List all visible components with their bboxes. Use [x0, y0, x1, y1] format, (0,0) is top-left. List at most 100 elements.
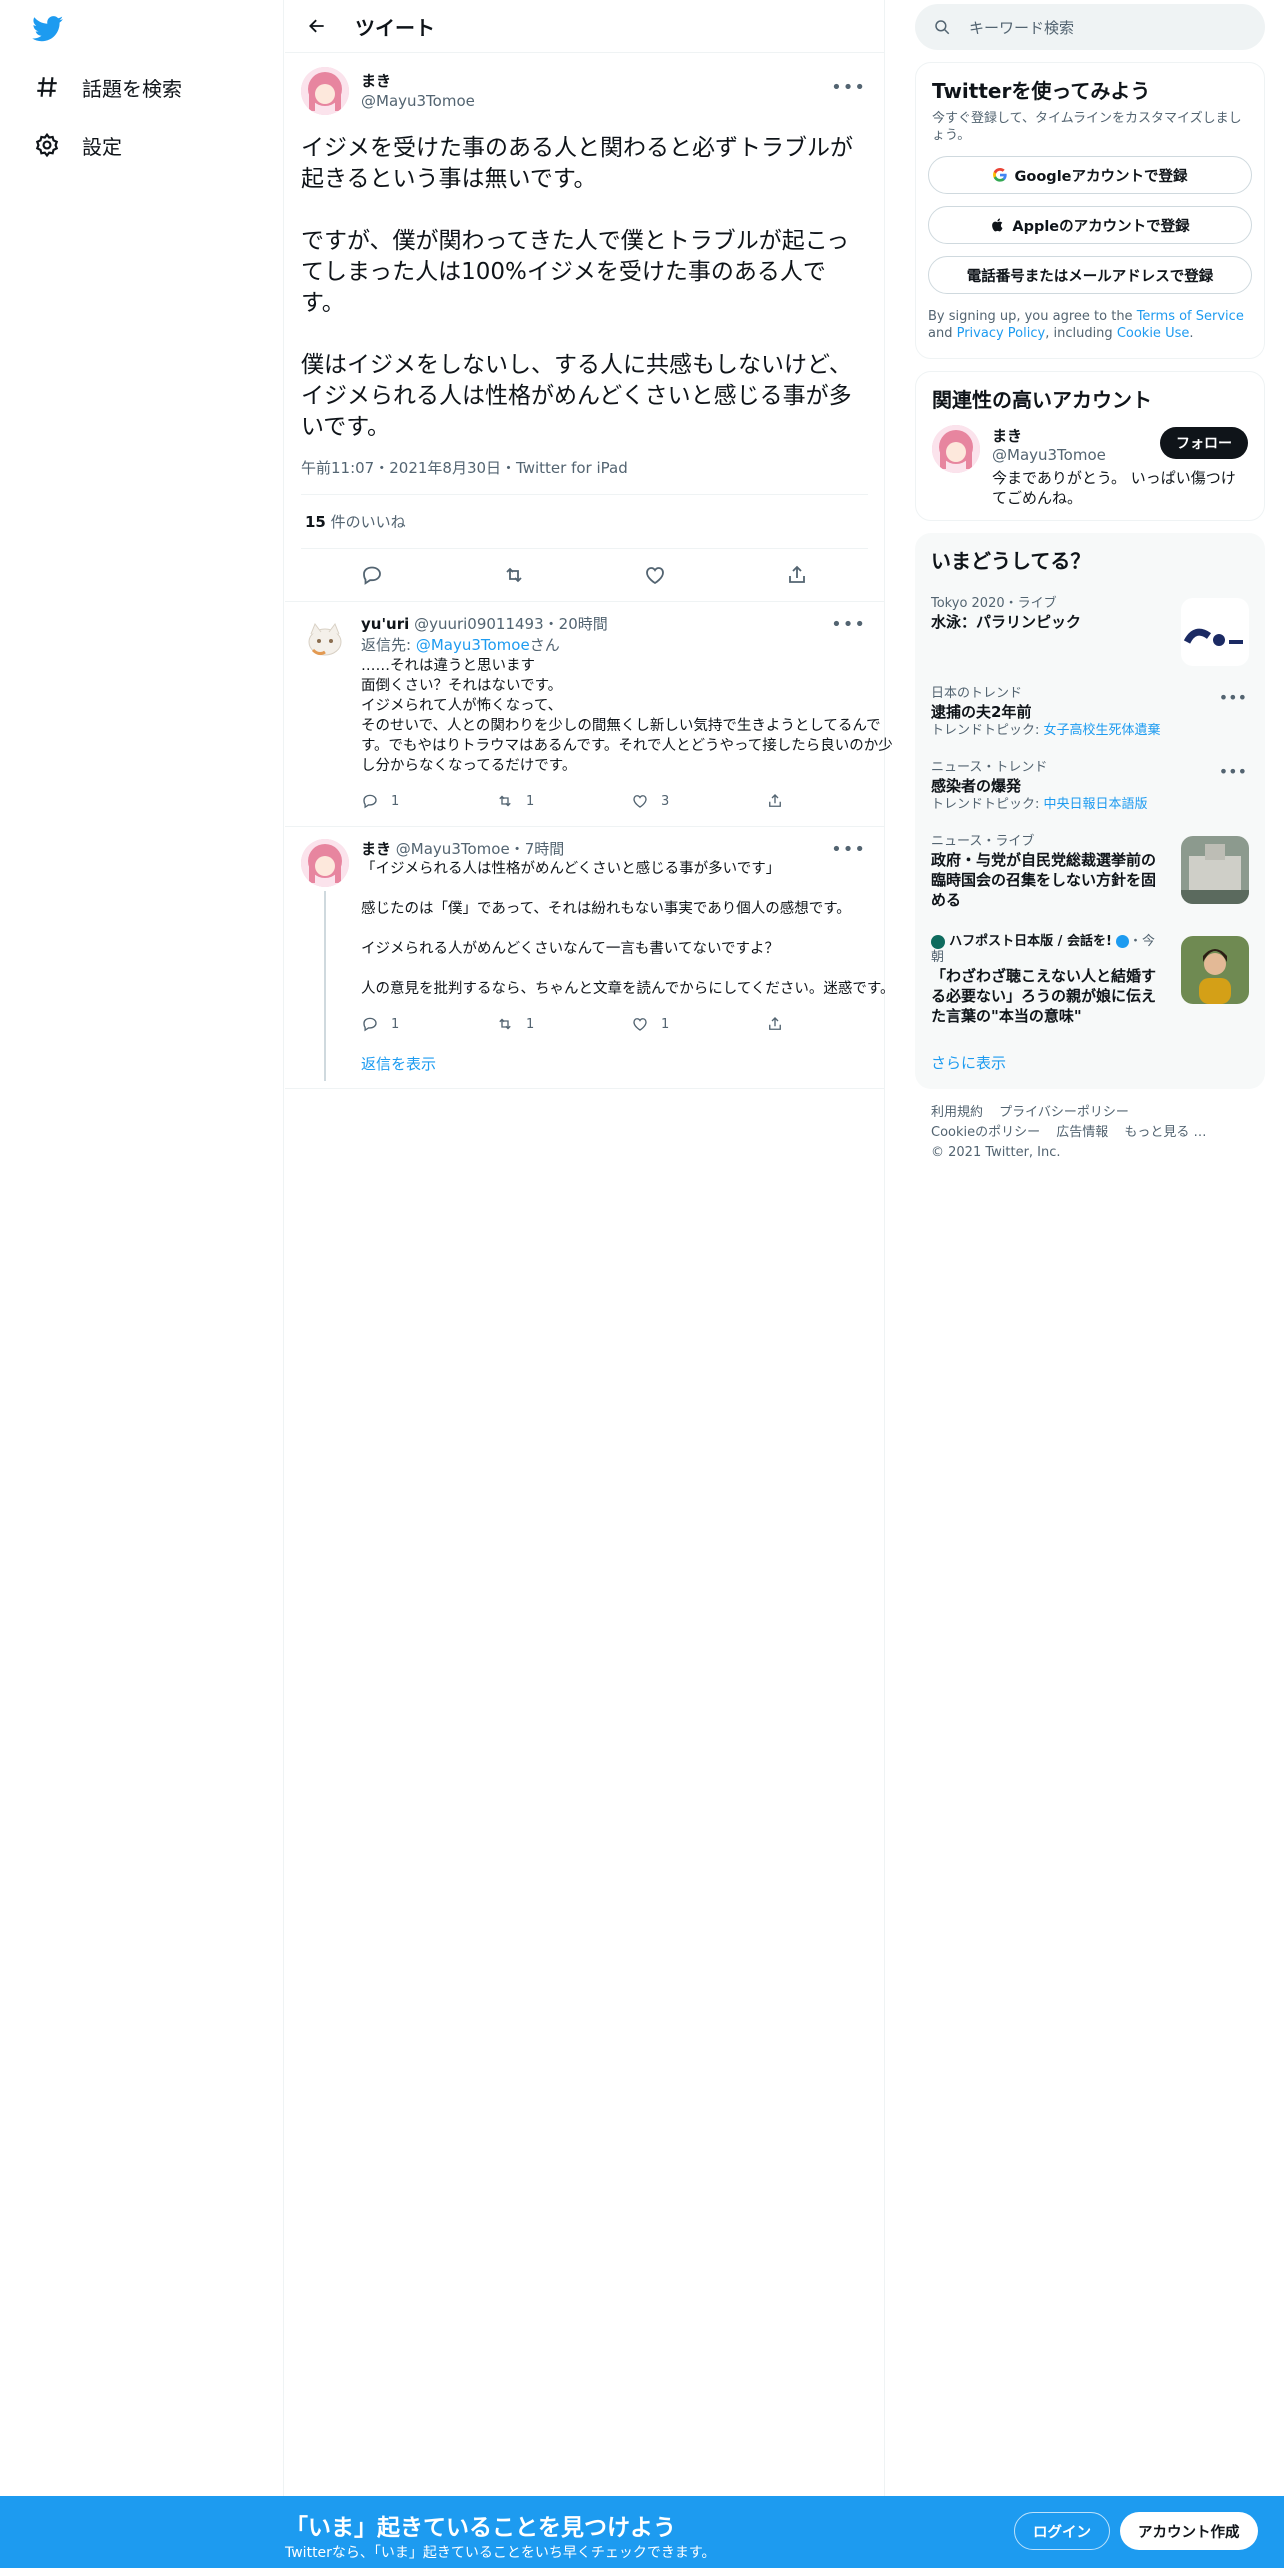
reply-tweet[interactable]: まき @Mayu3Tomoe・7時間 「イジメられる人は性格がめんどくさいと感じ… — [285, 827, 894, 1081]
left-nav: 話題を検索 設定 — [0, 0, 284, 2496]
twitter-logo-icon[interactable] — [32, 16, 64, 42]
right-sidebar: キーワード検索 Twitterを使ってみよう 今すぐ登録して、タイムラインをカス… — [915, 0, 1265, 1177]
trend-sub-prefix: トレンドトピック: — [931, 723, 1044, 738]
trend-item[interactable]: 日本のトレンド 逮捕の夫2年前 トレンドトピック: 女子高校生死体遺棄 ••• — [915, 676, 1265, 750]
trend-topic-link[interactable]: 中央日報日本語版 — [1044, 797, 1148, 812]
avatar[interactable] — [301, 67, 349, 115]
nav-settings[interactable]: 設定 — [30, 123, 122, 167]
like-button[interactable]: 3 — [631, 792, 766, 810]
retweet-icon — [499, 1018, 511, 1030]
username[interactable]: @Mayu3Tomoe — [361, 91, 475, 111]
display-name[interactable]: まき — [361, 71, 475, 91]
create-account-button[interactable]: アカウント作成 — [1120, 2512, 1258, 2550]
reply-to-prefix: 返信先: — [361, 636, 416, 654]
reply-to: 返信先: @Mayu3Tomoeさん — [361, 634, 901, 656]
avatar-image-icon — [301, 614, 349, 662]
timestamp[interactable]: 20時間 — [559, 615, 608, 633]
tweet-meta[interactable]: 午前11:07・2021年8月30日・Twitter for iPad — [301, 457, 868, 495]
legal-prefix: By signing up, you agree to the — [928, 309, 1137, 324]
display-name[interactable]: yu'uri — [361, 615, 409, 633]
avatar-image-icon — [932, 425, 980, 473]
more-icon[interactable]: ••• — [831, 77, 866, 98]
reply-button[interactable]: 1 — [361, 792, 496, 810]
footer-link-privacy[interactable]: プライバシーポリシー — [999, 1105, 1129, 1120]
avatar[interactable] — [301, 614, 349, 662]
banner-subtitle: Twitterなら、「いま」起きていることをいち早くチェックできます。 — [285, 2545, 716, 2561]
footer-link-more[interactable]: もっと見る … — [1124, 1125, 1206, 1140]
share-button[interactable] — [766, 1015, 901, 1033]
display-name[interactable]: まき — [361, 840, 391, 858]
like-icon[interactable] — [643, 563, 667, 587]
legal-including: , including — [1045, 326, 1117, 341]
more-icon[interactable]: ••• — [831, 614, 866, 635]
trend-name: 逮捕の夫2年前 — [931, 703, 1032, 721]
more-icon[interactable]: ••• — [831, 839, 866, 860]
show-replies: · · · 返信を表示 — [285, 1049, 884, 1089]
footer-link-ads[interactable]: 広告情報 — [1056, 1125, 1108, 1140]
related-accounts-card: 関連性の高いアカウント まき @Mayu3Tomoe 今までありがとう。 いっぱ… — [915, 371, 1265, 521]
trend-item[interactable]: ニュース・トレンド 感染者の爆発 トレンドトピック: 中央日報日本語版 ••• — [915, 750, 1265, 824]
retweet-icon[interactable] — [502, 563, 526, 587]
trend-meta: ハフポスト日本版 / 会話を! ・今朝 — [931, 934, 1165, 966]
cookie-link[interactable]: Cookie Use — [1117, 326, 1190, 341]
reply-tweet[interactable]: yu'uri @yuuri09011493・20時間 返信先: @Mayu3To… — [285, 602, 893, 827]
signup-banner: 「いま」起きていることを見つけよう Twitterなら、「いま」起きていることを… — [0, 2496, 1284, 2568]
nav-explore[interactable]: 話題を検索 — [30, 65, 182, 109]
more-icon[interactable]: ••• — [1219, 762, 1247, 781]
apple-signup-label: Appleのアカウントで登録 — [1012, 218, 1190, 235]
trend-name: 政府・与党が自民党総裁選挙前の臨時国会の召集をしない方針を固める — [931, 851, 1157, 909]
likes-number: 15 — [305, 513, 326, 531]
reply-to-user-link[interactable]: @Mayu3Tomoe — [416, 636, 530, 654]
back-button[interactable] — [297, 6, 337, 46]
like-icon — [633, 1018, 647, 1031]
username[interactable]: @Mayu3Tomoe — [396, 840, 510, 858]
search-icon — [935, 20, 950, 35]
trend-item[interactable]: Tokyo 2020・ライブ 水泳：パラリンピック — [915, 586, 1265, 676]
share-icon[interactable] — [785, 563, 809, 587]
tweet-actions — [301, 549, 868, 601]
trends-card: いまどうしてる？ Tokyo 2020・ライブ 水泳：パラリンピック 日本のトレ… — [915, 533, 1265, 1089]
retweet-button[interactable]: 1 — [496, 1015, 631, 1033]
avatar[interactable] — [301, 839, 349, 887]
trend-item[interactable]: ハフポスト日本版 / 会話を! ・今朝 「わざわざ聴こえない人と結婚する必要ない… — [915, 924, 1265, 1036]
show-replies-link[interactable]: 返信を表示 — [361, 1055, 436, 1073]
privacy-link[interactable]: Privacy Policy — [957, 326, 1046, 341]
google-signup-button[interactable]: Googleアカウントで登録 — [928, 156, 1252, 194]
avatar-image-icon — [301, 67, 349, 115]
follow-button[interactable]: フォロー — [1160, 427, 1248, 459]
banner-title: 「いま」起きていることを見つけよう — [285, 2515, 676, 2541]
tweet-text: イジメを受けた事のある人と関わると必ずトラブルが起きるという事は無いです。 です… — [301, 135, 853, 440]
main-column: ツイート まき @Mayu3Tomoe ••• イジメを受けた事のある人と関わる… — [285, 0, 894, 2496]
legal-end: . — [1189, 326, 1194, 341]
apple-signup-button[interactable]: Appleのアカウントで登録 — [928, 206, 1252, 244]
search-input[interactable]: キーワード検索 — [915, 4, 1265, 50]
avatar[interactable] — [932, 425, 980, 473]
trend-item[interactable]: ニュース・ライブ 政府・与党が自民党総裁選挙前の臨時国会の召集をしない方針を固め… — [915, 824, 1265, 924]
signup-title: Twitterを使ってみよう — [932, 79, 1151, 103]
username[interactable]: @yuuri09011493 — [414, 615, 544, 633]
page-header: ツイート — [285, 0, 884, 53]
like-button[interactable]: 1 — [631, 1015, 766, 1033]
reply-button[interactable]: 1 — [361, 1015, 496, 1033]
reply-icon[interactable] — [360, 563, 384, 587]
timestamp[interactable]: 7時間 — [525, 840, 565, 858]
retweet-button[interactable]: 1 — [496, 792, 631, 810]
like-count: 1 — [661, 1016, 670, 1032]
trend-thumbnail — [1181, 598, 1249, 666]
share-button[interactable] — [766, 792, 901, 810]
terms-link[interactable]: Terms of Service — [1137, 309, 1244, 324]
related-account[interactable]: まき @Mayu3Tomoe 今までありがとう。 いっぱい傷つけてごめんね。 フ… — [916, 425, 1264, 520]
trend-sub: トレンドトピック: 中央日報日本語版 — [931, 796, 1249, 814]
trend-topic-link[interactable]: 女子高校生死体遺棄 — [1044, 723, 1161, 738]
login-button[interactable]: ログイン — [1014, 2512, 1110, 2550]
phone-email-signup-button[interactable]: 電話番号またはメールアドレスで登録 — [928, 256, 1252, 294]
likes-count[interactable]: 15 件のいいね — [301, 495, 868, 549]
show-more-link[interactable]: さらに表示 — [915, 1036, 1265, 1089]
person-photo-icon — [1181, 936, 1249, 1004]
hashtag-icon — [30, 70, 64, 104]
phone-signup-label: 電話番号またはメールアドレスで登録 — [966, 268, 1214, 285]
nav-settings-label: 設定 — [82, 134, 122, 159]
footer-link-terms[interactable]: 利用規約 — [931, 1105, 983, 1120]
footer-link-cookie[interactable]: Cookieのポリシー — [931, 1125, 1040, 1140]
more-icon[interactable]: ••• — [1219, 688, 1247, 707]
